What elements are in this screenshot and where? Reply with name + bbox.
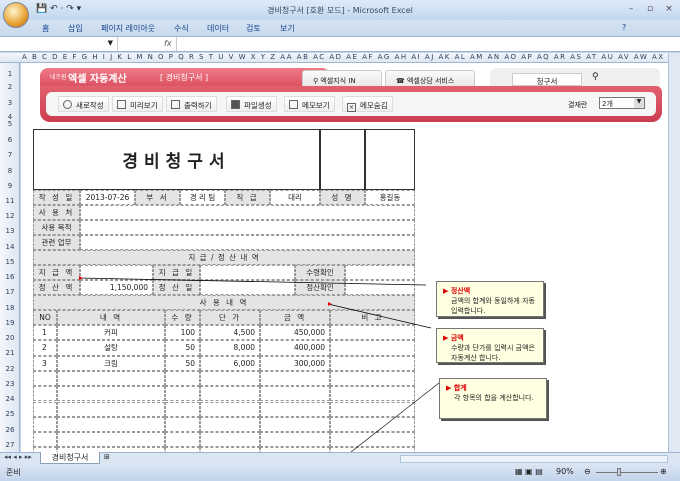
zoom-in-icon[interactable]: ⊕: [660, 467, 667, 476]
row-header[interactable]: 16: [0, 273, 20, 281]
ribbon-tabs: 홈 삽입 페이지 레이아웃 수식 데이터 검토 보기 ?: [0, 20, 680, 36]
row-header[interactable]: 18: [0, 304, 20, 312]
row-header[interactable]: 2: [0, 83, 20, 91]
formula-bar: ▼ fx: [0, 36, 680, 52]
comment-amount[interactable]: ▶ 금액 수량과 단가를 입력시 금액은 자동계산 합니다.: [436, 328, 544, 363]
sheet-nav-arrows[interactable]: ◂◂ ◂ ▸ ▸▸: [4, 453, 32, 461]
quick-access-toolbar[interactable]: 💾 ↶ · ↷ ▾: [36, 4, 81, 14]
row-headers[interactable]: 1 2 3 4 5 6 7 8 9 11 12 13 14 15 16 17 1…: [0, 63, 20, 463]
note-text: 금액의 합계와 동일하게 자동입력합니다.: [451, 297, 535, 315]
comment-settle-amount[interactable]: ▶ 정산액 금액의 합계와 동일하게 자동입력합니다.: [436, 281, 544, 317]
row-header[interactable]: 21: [0, 349, 20, 357]
note-text: 각 항목의 합을 계산합니다.: [454, 394, 534, 402]
worksheet[interactable]: 네즈원 엑셀 자동계산 [ 경비청구서 ] ⚲ 엑셀지식 IN ☎ 엑셀상담 서…: [21, 63, 668, 452]
column-headers[interactable]: A B C D E F G H I J K L M N O P Q R S T …: [0, 53, 668, 63]
insert-sheet-icon[interactable]: ⊞: [104, 453, 110, 461]
row-header[interactable]: 6: [0, 136, 20, 144]
help-icon[interactable]: ?: [622, 23, 626, 32]
row-header[interactable]: 27: [0, 441, 20, 449]
zoom-slider[interactable]: [596, 472, 658, 473]
row-header[interactable]: 7: [0, 151, 20, 159]
row-header[interactable]: 3: [0, 99, 20, 107]
tab-review[interactable]: 검토: [246, 23, 261, 34]
row-header[interactable]: 12: [0, 212, 20, 220]
sheet-tab-bar: ◂◂ ◂ ▸ ▸▸ 경비청구서 ⊞: [0, 452, 680, 464]
tab-insert[interactable]: 삽입: [68, 23, 83, 34]
title-bar: 경비청구서 [호환 모드] - Microsoft Excel – ▫ × 💾 …: [0, 0, 680, 20]
row-header[interactable]: 13: [0, 227, 20, 235]
row-header[interactable]: 1: [0, 70, 20, 78]
view-buttons[interactable]: ▦ ▣ ▤: [515, 467, 543, 476]
note-text: 수량과 단가를 입력시 금액은 자동계산 합니다.: [451, 344, 535, 362]
row-header[interactable]: 14: [0, 243, 20, 251]
row-header[interactable]: 26: [0, 426, 20, 434]
status-bar: 준비 ▦ ▣ ▤ 90% ⊖ ⊕: [0, 464, 680, 481]
window-title: 경비청구서 [호환 모드] - Microsoft Excel: [267, 6, 413, 15]
maximize-button[interactable]: ▫: [643, 4, 657, 14]
note-title: 정산액: [450, 287, 471, 295]
row-header[interactable]: 25: [0, 410, 20, 418]
horizontal-scrollbar[interactable]: [400, 455, 668, 463]
tab-formulas[interactable]: 수식: [174, 23, 189, 34]
row-header[interactable]: 15: [0, 258, 20, 266]
close-button[interactable]: ×: [662, 4, 676, 14]
name-box[interactable]: ▼: [0, 37, 118, 51]
status-ready: 준비: [6, 468, 21, 477]
row-header[interactable]: 23: [0, 380, 20, 388]
row-header[interactable]: 5: [0, 120, 20, 128]
row-header[interactable]: 8: [0, 167, 20, 175]
note-title: 합계: [453, 384, 467, 392]
comment-total[interactable]: ▶ 합계 각 항목의 합을 계산합니다.: [439, 378, 547, 419]
zoom-level[interactable]: 90%: [556, 467, 574, 476]
row-header[interactable]: 22: [0, 365, 20, 373]
zoom-out-icon[interactable]: ⊖: [584, 467, 591, 476]
zoom-slider-thumb[interactable]: [617, 468, 621, 476]
fx-icon[interactable]: fx: [164, 39, 172, 48]
office-button[interactable]: [3, 2, 29, 28]
row-header[interactable]: 17: [0, 288, 20, 296]
tab-data[interactable]: 데이터: [207, 23, 229, 34]
row-header[interactable]: 20: [0, 334, 20, 342]
row-header[interactable]: 9: [0, 182, 20, 190]
tab-home[interactable]: 홈: [42, 23, 49, 34]
tab-view[interactable]: 보기: [280, 23, 295, 34]
tab-page-layout[interactable]: 페이지 레이아웃: [101, 23, 155, 34]
minimize-button[interactable]: –: [624, 4, 638, 14]
note-title: 금액: [450, 334, 464, 342]
sheet-tab-expense[interactable]: 경비청구서: [40, 452, 100, 464]
vertical-scrollbar[interactable]: [668, 53, 680, 452]
row-header[interactable]: 24: [0, 395, 20, 403]
comment-connectors: [78, 276, 440, 452]
row-header[interactable]: 19: [0, 319, 20, 327]
row-header[interactable]: 11: [0, 197, 20, 205]
formula-input[interactable]: [176, 37, 666, 51]
